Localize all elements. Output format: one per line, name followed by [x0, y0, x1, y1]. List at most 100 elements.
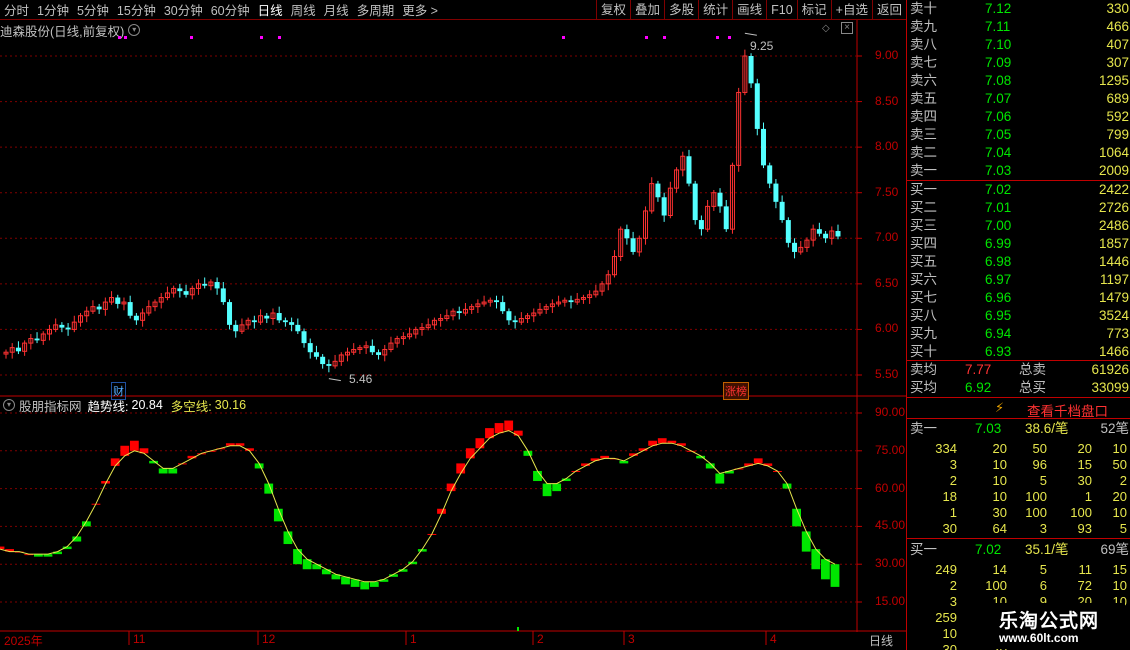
candle-down: [251, 320, 257, 323]
price-tick: 8.00: [875, 139, 899, 154]
bid-row[interactable]: 买一 7.02 2422: [907, 181, 1130, 199]
candle-down: [692, 183, 698, 221]
indicator-tick: 90.00: [875, 405, 906, 419]
lightning-icon: ⚡: [995, 400, 1005, 415]
candle-down: [65, 327, 71, 330]
signal-dot: [645, 36, 648, 39]
signal-dot: [663, 36, 666, 39]
candle-down: [214, 282, 220, 289]
bid-row[interactable]: 买四 6.99 1857: [907, 235, 1130, 253]
bid-row[interactable]: 买五 6.98 1446: [907, 253, 1130, 271]
bid-row[interactable]: 买二 7.01 2726: [907, 199, 1130, 217]
indicator-tick: 45.00: [875, 518, 906, 533]
low-pointer: [328, 378, 341, 382]
candle-down: [376, 352, 382, 355]
candle-down: [686, 156, 692, 184]
ask-row[interactable]: 卖十 7.12 330: [907, 0, 1130, 18]
price-tick: 9.00: [875, 48, 899, 62]
candle-down: [748, 56, 754, 84]
price-tick: 6.00: [875, 321, 899, 336]
signal-dot: [124, 36, 127, 39]
ask-row[interactable]: 卖六 7.08 1295: [907, 72, 1130, 90]
price-chart[interactable]: [0, 0, 906, 650]
bid1-detail-header: 买一 7.02 35.1/笔 69笔: [910, 542, 1129, 557]
candle-down: [723, 206, 729, 230]
bid-row[interactable]: 买十 6.93 1466: [907, 343, 1130, 361]
candle-down: [456, 311, 462, 314]
candle-down: [307, 343, 313, 353]
candle-down: [320, 356, 326, 365]
finance-marker[interactable]: 财: [111, 382, 126, 400]
candle-down: [494, 300, 500, 303]
date-label: 12: [262, 632, 276, 646]
candle-down: [227, 302, 233, 325]
depth-row: 1 30 100 100 10: [949, 505, 1127, 520]
bid-row[interactable]: 买六 6.97 1197: [907, 271, 1130, 289]
candle-down: [233, 324, 239, 332]
candle-down: [34, 338, 40, 341]
candle-down: [655, 183, 661, 198]
candle-down: [96, 306, 102, 310]
watermark-title: 乐淘公式网: [999, 611, 1100, 632]
candle-down: [59, 324, 65, 328]
candle-down: [289, 322, 295, 325]
bid-row[interactable]: 买九 6.94 773: [907, 325, 1130, 343]
candle-down: [127, 302, 133, 316]
ask-row[interactable]: 卖五 7.07 689: [907, 90, 1130, 108]
low-price-label: 5.46: [349, 372, 373, 386]
candle-down: [282, 320, 288, 323]
candle-down: [717, 192, 723, 207]
bid-row[interactable]: 买八 6.95 3524: [907, 307, 1130, 325]
ask1-detail-header: 卖一 7.03 38.6/笔 52笔: [910, 421, 1129, 436]
ask-row[interactable]: 卖九 7.11 466: [907, 18, 1130, 36]
candle-down: [313, 352, 319, 357]
depth-row: 249 14 5 11 15: [935, 562, 1127, 577]
indicator-tick: 15.00: [875, 594, 906, 608]
ask-row[interactable]: 卖七 7.09 307: [907, 54, 1130, 72]
depth-row: 2 10 5 30 2: [949, 473, 1127, 488]
candle-down: [823, 233, 829, 239]
signal-dot: [118, 36, 121, 39]
ask-row[interactable]: 卖一 7.03 2009: [907, 162, 1130, 180]
indicator-tick: 60.00: [875, 480, 906, 495]
candle-down: [301, 331, 307, 344]
limit-up-marker[interactable]: 涨榜: [723, 382, 749, 400]
candle-down: [115, 297, 121, 304]
bid-row[interactable]: 买七 6.96 1479: [907, 289, 1130, 307]
candle-down: [183, 291, 189, 295]
signal-dot: [562, 36, 565, 39]
date-label: 1: [410, 632, 417, 646]
price-tick: 6.50: [875, 275, 899, 290]
depth-row: 3 10 96 15 50: [949, 457, 1127, 472]
avg-sell-row: 卖均 7.77 总卖 61926: [910, 362, 1129, 377]
candle-down: [326, 364, 332, 366]
candle-down: [785, 220, 791, 243]
ask-row[interactable]: 卖八 7.10 407: [907, 36, 1130, 54]
bid-row[interactable]: 买三 7.00 2486: [907, 217, 1130, 235]
high-pointer: [744, 32, 757, 36]
view-depth-button[interactable]: ⚡ 查看千档盘口: [907, 399, 1130, 419]
ask-row[interactable]: 卖四 7.06 592: [907, 108, 1130, 126]
date-label: 3: [628, 632, 635, 646]
candle-down: [177, 288, 183, 292]
candle-down: [512, 320, 518, 323]
price-tick: 5.50: [875, 367, 899, 381]
candle-down: [295, 324, 301, 332]
ask-row[interactable]: 卖二 7.04 1064: [907, 144, 1130, 162]
candle-down: [760, 128, 766, 166]
depth-row: 30 64 3 93 5: [942, 521, 1127, 536]
depth-row: 2 100 6 72 10: [949, 578, 1127, 593]
watermark-url: www.60lt.com: [999, 631, 1079, 645]
candle-down: [220, 288, 226, 303]
candle-down: [767, 165, 773, 184]
candle-down: [816, 229, 822, 234]
candle-down: [506, 311, 512, 321]
ask-row[interactable]: 卖三 7.05 799: [907, 126, 1130, 144]
price-tick: 8.50: [875, 93, 899, 108]
candle-down: [369, 345, 375, 353]
candle-down: [754, 83, 760, 129]
candle-down: [630, 238, 636, 252]
candle-down: [15, 347, 21, 352]
candle-down: [773, 183, 779, 202]
candle-down: [624, 229, 630, 239]
